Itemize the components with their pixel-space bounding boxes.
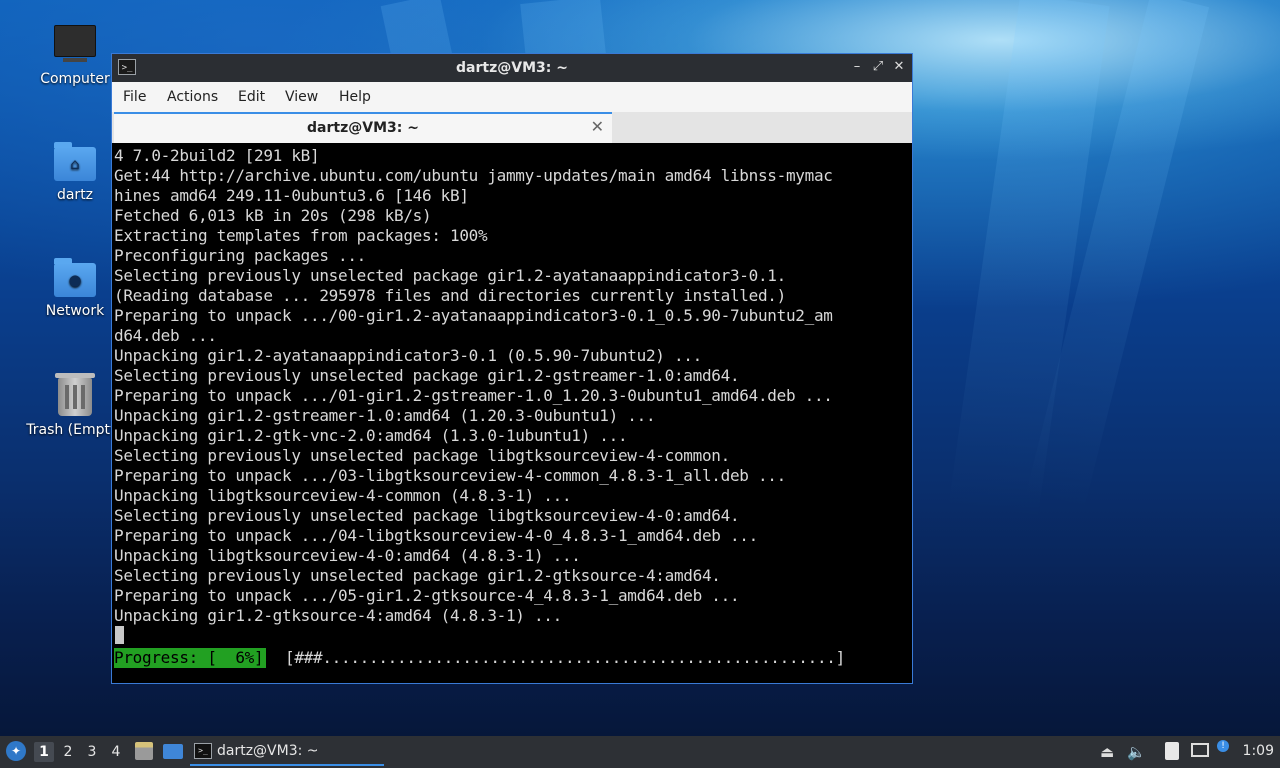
terminal-line: hines amd64 249.11-0ubuntu3.6 [146 kB] <box>114 186 469 205</box>
terminal-line: Preparing to unpack .../04-libgtksourcev… <box>114 526 758 545</box>
app-menu-icon[interactable]: ✦ <box>6 741 26 761</box>
notification-icon[interactable]: ! <box>1217 740 1229 752</box>
terminal-line: Selecting previously unselected package … <box>114 266 786 285</box>
terminal-line: Unpacking gir1.2-ayatanaappindicator3-0.… <box>114 346 702 365</box>
trash-icon <box>55 373 95 416</box>
window-title: dartz@VM3: ~ <box>456 60 568 76</box>
workspace-1[interactable]: 1 <box>34 742 54 762</box>
terminal-line: Preparing to unpack .../05-gir1.2-gtksou… <box>114 586 740 605</box>
terminal-line: Selecting previously unselected package … <box>114 506 740 525</box>
terminal-line: Selecting previously unselected package … <box>114 566 721 585</box>
menu-actions[interactable]: Actions <box>167 89 218 105</box>
terminal-window[interactable]: >_ dartz@VM3: ~ – ⤢ ✕ File Actions Edit … <box>111 53 913 684</box>
workspace-4[interactable]: 4 <box>106 742 126 762</box>
menu-edit[interactable]: Edit <box>238 89 265 105</box>
volume-icon[interactable]: 🔈 <box>1127 743 1146 761</box>
terminal-task-icon: >_ <box>194 743 212 759</box>
terminal-output[interactable]: 4 7.0-2build2 [291 kB] Get:44 http://arch… <box>113 146 910 681</box>
terminal-line: Unpacking libgtksourceview-4-common (4.8… <box>114 486 572 505</box>
terminal-line: Unpacking gir1.2-gtksource-4:amd64 (4.8.… <box>114 606 562 625</box>
terminal-line: Preconfiguring packages ... <box>114 246 366 265</box>
file-manager-launcher-icon[interactable] <box>135 742 153 760</box>
close-icon[interactable]: ✕ <box>890 58 908 76</box>
terminal-line: Extracting templates from packages: 100% <box>114 226 488 245</box>
terminal-line: Preparing to unpack .../00-gir1.2-ayatan… <box>114 306 833 325</box>
workspace-3[interactable]: 3 <box>82 742 102 762</box>
clock[interactable]: 1:09 <box>1243 743 1274 759</box>
tab-terminal[interactable]: dartz@VM3: ~ ✕ <box>114 112 612 143</box>
eject-icon[interactable]: ⏏ <box>1100 743 1114 761</box>
progress-bar: [###....................................… <box>285 648 845 667</box>
terminal-line: Preparing to unpack .../01-gir1.2-gstrea… <box>114 386 833 405</box>
terminal-line: d64.deb ... <box>114 326 217 345</box>
terminal-line: Selecting previously unselected package … <box>114 446 730 465</box>
network-icon[interactable] <box>1191 743 1209 757</box>
terminal-line: Selecting previously unselected package … <box>114 366 740 385</box>
menu-view[interactable]: View <box>285 89 318 105</box>
terminal-cursor <box>115 626 124 644</box>
computer-icon <box>54 25 96 62</box>
terminal-line: Unpacking gir1.2-gtk-vnc-2.0:amd64 (1.3.… <box>114 426 628 445</box>
terminal-line: Unpacking gir1.2-gstreamer-1.0:amd64 (1.… <box>114 406 656 425</box>
terminal-line: Fetched 6,013 kB in 20s (298 kB/s) <box>114 206 432 225</box>
home-folder-icon: ⌂ <box>54 142 96 181</box>
task-label: dartz@VM3: ~ <box>217 743 319 759</box>
workspace-2[interactable]: 2 <box>58 742 78 762</box>
tab-close-icon[interactable]: ✕ <box>591 117 604 136</box>
minimize-icon[interactable]: – <box>848 58 866 76</box>
menu-file[interactable]: File <box>123 89 146 105</box>
terminal-line: Unpacking libgtksourceview-4-0:amd64 (4.… <box>114 546 581 565</box>
terminal-line: Preparing to unpack .../03-libgtksourcev… <box>114 466 786 485</box>
clipboard-icon[interactable] <box>1165 742 1179 760</box>
taskbar-panel: ✦ 1 2 3 4 >_ dartz@VM3: ~ ⏏ 🔈 ! 1:09 <box>0 736 1280 768</box>
terminal-line: (Reading database ... 295978 files and d… <box>114 286 786 305</box>
show-desktop-icon[interactable] <box>163 744 183 759</box>
network-folder-icon: ● <box>54 258 96 297</box>
menu-bar: File Actions Edit View Help <box>112 82 912 113</box>
terminal-line: Get:44 http://archive.ubuntu.com/ubuntu … <box>114 166 833 185</box>
menu-help[interactable]: Help <box>339 89 371 105</box>
tab-label: dartz@VM3: ~ <box>307 120 419 136</box>
terminal-line: 4 7.0-2build2 [291 kB] <box>114 146 320 165</box>
window-titlebar[interactable]: >_ dartz@VM3: ~ – ⤢ ✕ <box>112 54 912 82</box>
taskbar-task-terminal[interactable]: >_ dartz@VM3: ~ <box>190 738 384 766</box>
progress-label: Progress: [ 6%] <box>114 648 267 668</box>
tab-bar: dartz@VM3: ~ ✕ <box>112 112 912 143</box>
maximize-icon[interactable]: ⤢ <box>869 58 887 76</box>
